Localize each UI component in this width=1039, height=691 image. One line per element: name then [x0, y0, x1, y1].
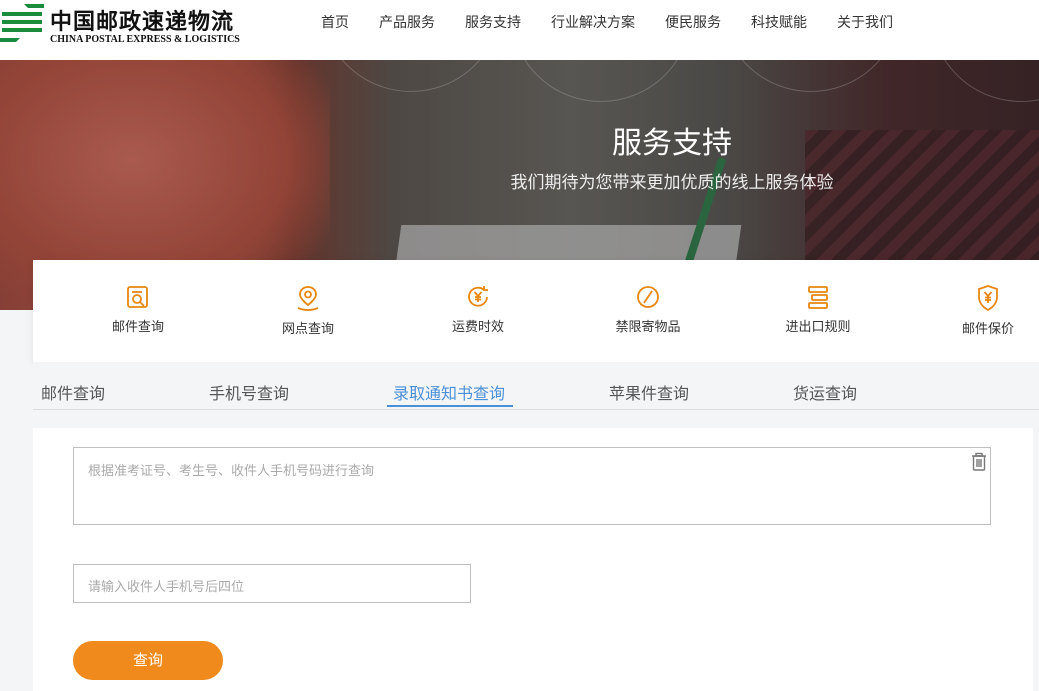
query-tabs: 邮件查询 手机号查询 录取通知书查询 苹果件查询 货运查询 — [33, 362, 1039, 410]
nav-item-convenience[interactable]: 便民服务 — [665, 12, 721, 32]
query-textarea-placeholder: 根据准考证号、考生号、收件人手机号码进行查询 — [88, 464, 375, 479]
service-shortcuts: 邮件查询 网点查询 运费时效 禁限寄物品 进出口规则 邮件保价 — [33, 260, 1039, 362]
service-prohibited-items[interactable]: 禁限寄物品 — [593, 284, 703, 335]
location-pin-icon — [297, 286, 319, 311]
prohibited-icon — [637, 286, 659, 308]
tab-apple-query[interactable]: 苹果件查询 — [609, 380, 689, 404]
service-label: 邮件保价 — [961, 322, 1014, 337]
mail-search-icon — [127, 286, 148, 308]
nav-item-support[interactable]: 服务支持 — [465, 12, 521, 32]
tab-mail-query[interactable]: 邮件查询 — [41, 380, 105, 404]
service-mail-query[interactable]: 邮件查询 — [83, 284, 193, 335]
service-label: 网点查询 — [281, 322, 334, 337]
logo-english-name: CHINA POSTAL EXPRESS & LOGISTICS — [50, 34, 240, 45]
service-freight-time[interactable]: 运费时效 — [423, 284, 533, 335]
yuan-clock-icon — [468, 286, 488, 307]
rules-icon — [808, 286, 828, 309]
tab-admission-letter-query[interactable]: 录取通知书查询 — [393, 380, 505, 404]
query-button[interactable]: 查询 — [73, 641, 223, 680]
service-insured-mail[interactable]: 邮件保价 — [933, 284, 1039, 337]
query-textarea[interactable] — [73, 447, 991, 525]
logo-chinese-name: 中国邮政速递物流 — [50, 9, 235, 35]
nav-item-home[interactable]: 首页 — [321, 12, 349, 32]
trash-icon[interactable] — [970, 452, 988, 472]
service-import-export-rules[interactable]: 进出口规则 — [763, 284, 873, 335]
nav-item-about[interactable]: 关于我们 — [837, 12, 893, 32]
china-post-logo-icon — [0, 4, 44, 42]
phone-last4-placeholder: 请输入收件人手机号后四位 — [88, 580, 245, 595]
top-header: 中国邮政速递物流 CHINA POSTAL EXPRESS & LOGISTIC… — [0, 0, 1039, 60]
tab-phone-query[interactable]: 手机号查询 — [209, 380, 289, 404]
service-label: 禁限寄物品 — [615, 320, 681, 335]
shield-yuan-icon — [978, 285, 998, 312]
service-outlet-query[interactable]: 网点查询 — [253, 284, 363, 337]
nav-item-products[interactable]: 产品服务 — [379, 12, 435, 32]
service-label: 进出口规则 — [785, 320, 851, 335]
banner-subtitle: 我们期待为您带来更加优质的线上服务体验 — [510, 173, 834, 193]
nav-item-solutions[interactable]: 行业解决方案 — [551, 12, 635, 32]
active-tab-indicator — [387, 405, 513, 407]
service-label: 运费时效 — [451, 320, 504, 335]
service-label: 邮件查询 — [111, 320, 164, 335]
banner-title: 服务支持 — [612, 126, 732, 161]
logo[interactable]: 中国邮政速递物流 CHINA POSTAL EXPRESS & LOGISTIC… — [0, 0, 260, 48]
nav-item-technology[interactable]: 科技赋能 — [751, 12, 807, 32]
tab-freight-query[interactable]: 货运查询 — [793, 380, 857, 404]
